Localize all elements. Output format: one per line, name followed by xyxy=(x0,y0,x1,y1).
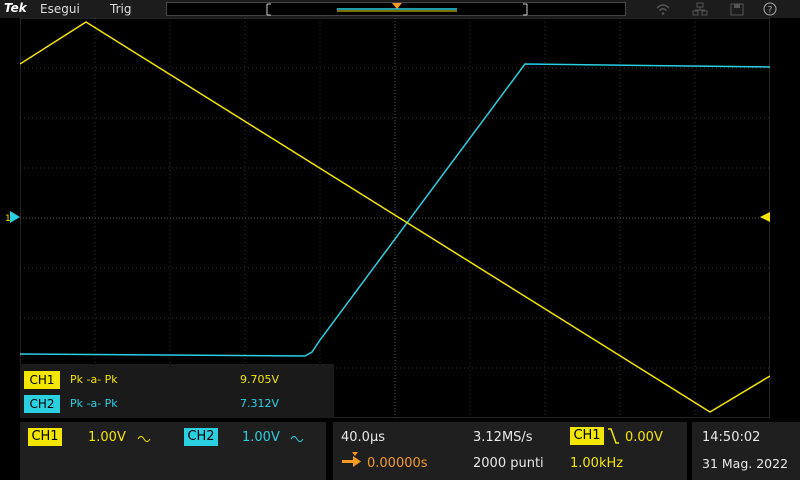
ch2-measurement-value: 7.312V xyxy=(240,397,280,410)
ch1-label: CH1 xyxy=(28,428,62,446)
ch1-measurement-name: Pk -a- Pk xyxy=(70,373,118,386)
sample-rate: 3.12MS/s xyxy=(473,430,533,445)
trigger-source: CH1 xyxy=(570,427,604,445)
ch2-measurement-name: Pk -a- Pk xyxy=(70,397,118,410)
ch1-measurement-value: 9.705V xyxy=(240,373,280,386)
measurement-row-ch1[interactable]: CH1 Pk -a- Pk 9.705V xyxy=(24,370,330,392)
ch1-scale: 1.00V xyxy=(88,430,126,445)
trigger-slope-icon xyxy=(608,428,619,444)
trigger-level-marker[interactable] xyxy=(758,211,770,223)
channel-settings-panel: CH1 1.00V CH2 1.00V xyxy=(20,422,326,480)
save-icon[interactable] xyxy=(729,2,745,16)
svg-text:1: 1 xyxy=(5,214,11,224)
time-per-div: 40.0μs xyxy=(341,430,385,445)
trigger-frequency: 1.00kHz xyxy=(570,456,624,471)
network-icon[interactable] xyxy=(692,2,708,16)
clock-time: 14:50:02 xyxy=(702,430,761,445)
horizontal-position-icon xyxy=(342,452,361,467)
ch2-ac-coupling-icon xyxy=(290,436,304,442)
tek-logo: Tek xyxy=(4,1,27,15)
wifi-icon[interactable] xyxy=(655,2,671,16)
ch2-label: CH2 xyxy=(184,428,218,446)
ch1-ac-coupling-icon xyxy=(137,436,151,442)
measurement-panel: CH1 Pk -a- Pk 9.705V CH2 Pk -a- Pk 7.312… xyxy=(20,364,334,418)
trigger-level: 0.00V xyxy=(625,430,663,445)
horizontal-position: 0.00000s xyxy=(367,456,428,471)
clock-date: 31 Mag. 2022 xyxy=(702,456,789,471)
record-view-graphic xyxy=(266,3,528,16)
help-icon[interactable]: ? xyxy=(762,2,778,16)
ch2-scale: 1.00V xyxy=(242,430,280,445)
record-view-bar[interactable] xyxy=(166,2,626,16)
ch1-ground-marker[interactable]: 1 xyxy=(2,210,20,224)
menu-run[interactable]: Esegui xyxy=(40,2,80,16)
clock-panel[interactable]: 14:50:02 31 Mag. 2022 xyxy=(692,422,800,480)
waveform-display[interactable] xyxy=(20,18,770,418)
svg-text:?: ? xyxy=(768,6,773,16)
measurement-row-ch2[interactable]: CH2 Pk -a- Pk 7.312V xyxy=(24,394,330,416)
ch1-badge: CH1 xyxy=(24,371,60,389)
menu-trig[interactable]: Trig xyxy=(110,2,131,16)
record-length: 2000 punti xyxy=(473,456,544,471)
ch2-badge: CH2 xyxy=(24,395,60,413)
top-menu-bar: Tek Esegui Trig ? xyxy=(0,0,800,18)
acquisition-trigger-panel[interactable]: 40.0μs 0.00000s 3.12MS/s 2000 punti CH1 … xyxy=(333,422,687,480)
